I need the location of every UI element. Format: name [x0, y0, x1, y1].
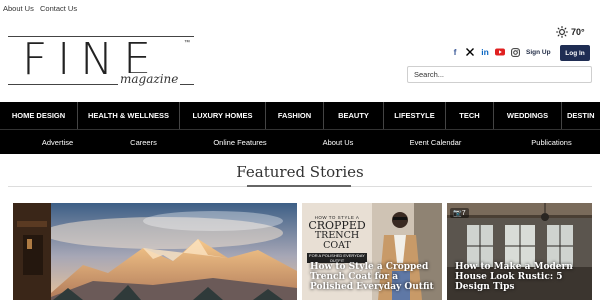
- social-links: f in: [450, 47, 520, 57]
- log-in-button[interactable]: Log In: [560, 45, 590, 61]
- about-us-link[interactable]: About Us: [3, 4, 34, 13]
- card-title[interactable]: How to Make a Modern House Look Rustic: …: [455, 262, 586, 292]
- nav-destin[interactable]: DESTIN: [562, 102, 600, 129]
- featured-story-card[interactable]: 📷7 How to Make a Modern House Look Rusti…: [447, 203, 592, 300]
- logo-trademark: ™: [184, 40, 190, 46]
- subnav-careers[interactable]: Careers: [115, 130, 172, 154]
- featured-heading-underline: [247, 185, 351, 187]
- nav-tech[interactable]: TECH: [446, 102, 494, 129]
- sun-icon: [556, 26, 568, 38]
- nav-fashion[interactable]: FASHION: [266, 102, 324, 129]
- subnav-publications[interactable]: Publications: [503, 130, 600, 154]
- subnav-online-features[interactable]: Online Features: [172, 130, 308, 154]
- weather-temperature: 70°: [571, 27, 585, 37]
- article-graphic-label: HOW TO STYLE A CROPPED TRENCH COAT FOR A…: [307, 215, 367, 263]
- featured-story-card[interactable]: HOW TO STYLE A CROPPED TRENCH COAT FOR A…: [302, 203, 442, 300]
- top-utility-bar: About Us Contact Us: [0, 0, 600, 16]
- nav-lifestyle[interactable]: LIFESTYLE: [384, 102, 446, 129]
- featured-story-card[interactable]: [13, 203, 297, 300]
- subnav-advertise[interactable]: Advertise: [0, 130, 115, 154]
- logo-subtitle: magazine: [118, 72, 181, 86]
- camera-icon: 📷: [453, 210, 462, 217]
- nav-beauty[interactable]: BEAUTY: [324, 102, 384, 129]
- nav-health-wellness[interactable]: HEALTH & WELLNESS: [78, 102, 180, 129]
- sign-up-link[interactable]: Sign Up: [526, 49, 551, 56]
- subnav-about-us[interactable]: About Us: [308, 130, 368, 154]
- main-navigation: HOME DESIGN HEALTH & WELLNESS LUXURY HOM…: [0, 102, 600, 129]
- secondary-navigation: Advertise Careers Online Features About …: [0, 129, 600, 154]
- photo-count-badge: 📷7: [450, 208, 469, 218]
- mountain-sunset-image: [13, 203, 297, 300]
- weather-widget[interactable]: 70°: [556, 26, 585, 38]
- instagram-icon[interactable]: [510, 47, 520, 57]
- linkedin-icon[interactable]: in: [480, 47, 490, 57]
- nav-home-design[interactable]: HOME DESIGN: [0, 102, 78, 129]
- featured-stories-heading: Featured Stories: [236, 163, 364, 181]
- search-input[interactable]: [407, 66, 592, 83]
- facebook-icon[interactable]: f: [450, 47, 460, 57]
- nav-weddings[interactable]: WEDDINGS: [494, 102, 562, 129]
- x-icon[interactable]: [465, 47, 475, 57]
- nav-luxury-homes[interactable]: LUXURY HOMES: [180, 102, 266, 129]
- fine-magazine-logo[interactable]: FINE ™ magazine: [8, 36, 194, 88]
- subnav-event-calendar[interactable]: Event Calendar: [368, 130, 503, 154]
- photo-count: 7: [461, 210, 466, 217]
- contact-us-link[interactable]: Contact Us: [40, 4, 77, 13]
- youtube-icon[interactable]: [495, 47, 505, 57]
- card-title[interactable]: How to Style a Cropped Trench Coat for a…: [310, 262, 436, 292]
